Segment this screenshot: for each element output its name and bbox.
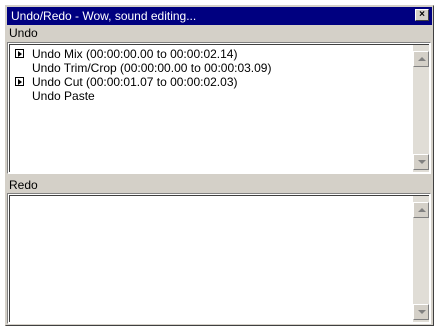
play-marker-icon	[15, 49, 24, 58]
arrow-up-icon	[418, 208, 426, 212]
undo-item-label: Undo Trim/Crop (00:00:00.00 to 00:00:03.…	[32, 61, 272, 75]
redo-scroll-down-button[interactable]	[413, 304, 429, 320]
undo-list-panel: Undo Mix (00:00:00.00 to 00:00:02.14) Un…	[7, 42, 431, 174]
title-bar[interactable]: Undo/Redo - Wow, sound editing... ×	[7, 7, 432, 25]
redo-section-label: Redo	[9, 178, 38, 192]
redo-scroll-up-button[interactable]	[413, 202, 429, 218]
redo-list-panel	[7, 193, 431, 324]
list-item[interactable]: Undo Trim/Crop (00:00:00.00 to 00:00:03.…	[12, 61, 409, 75]
play-marker-icon	[15, 77, 24, 86]
list-item[interactable]: Undo Mix (00:00:00.00 to 00:00:02.14)	[12, 47, 409, 61]
undo-item-label: Undo Cut (00:00:01.07 to 00:00:02.03)	[32, 75, 238, 89]
arrow-up-icon	[418, 57, 426, 61]
window-title: Undo/Redo - Wow, sound editing...	[11, 9, 197, 23]
undo-scrollbar[interactable]	[413, 45, 429, 172]
close-icon: ×	[419, 9, 425, 20]
undo-scroll-down-button[interactable]	[413, 154, 429, 170]
arrow-down-icon	[418, 310, 426, 314]
redo-scrollbar[interactable]	[413, 196, 429, 322]
list-item[interactable]: Undo Paste	[12, 89, 409, 103]
close-button[interactable]: ×	[415, 9, 429, 21]
undo-list[interactable]: Undo Mix (00:00:00.00 to 00:00:02.14) Un…	[12, 47, 409, 170]
undo-item-label: Undo Paste	[32, 89, 95, 103]
arrow-down-icon	[418, 160, 426, 164]
undo-item-label: Undo Mix (00:00:00.00 to 00:00:02.14)	[32, 47, 238, 61]
undo-redo-window: Undo/Redo - Wow, sound editing... × Undo…	[5, 5, 434, 326]
redo-list[interactable]	[12, 198, 409, 320]
list-item[interactable]: Undo Cut (00:00:01.07 to 00:00:02.03)	[12, 75, 409, 89]
undo-section-label: Undo	[9, 26, 38, 40]
undo-scroll-up-button[interactable]	[413, 51, 429, 67]
